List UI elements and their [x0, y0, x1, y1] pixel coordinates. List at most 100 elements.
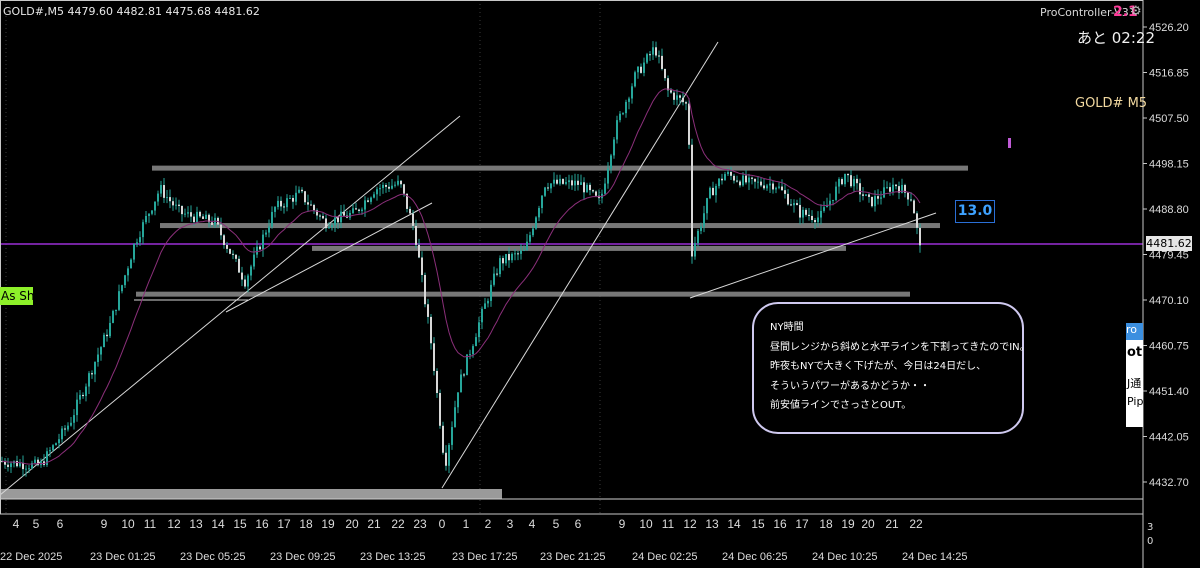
candle-body — [781, 186, 783, 191]
trendline — [0, 115, 461, 496]
candle-body — [241, 272, 243, 280]
candle-body — [835, 186, 837, 200]
hour-label: 17 — [277, 517, 291, 531]
candle-body — [103, 334, 105, 348]
hour-label: 19 — [841, 517, 855, 531]
candle-body — [856, 178, 858, 184]
candle-body — [508, 253, 510, 261]
candle-body — [907, 192, 909, 200]
candle-body — [97, 354, 99, 363]
left-label: As Sh — [0, 287, 35, 305]
candle-body — [643, 62, 645, 73]
candle-body — [733, 175, 735, 181]
candle-body — [607, 168, 609, 184]
candle-body — [247, 275, 249, 287]
hour-label: 12 — [167, 517, 181, 531]
candle-body — [547, 187, 549, 189]
side-panel-item: ro — [1126, 323, 1143, 340]
y-tick-label: 4451.40 — [1149, 386, 1189, 398]
candle-body — [472, 346, 474, 355]
candle-body — [196, 211, 198, 223]
candle-body — [679, 95, 681, 98]
candle-body — [817, 217, 819, 223]
candle-body — [814, 220, 816, 223]
side-panel-item: ot — [1127, 345, 1143, 360]
date-label: 24 Dec 06:25 — [722, 551, 787, 563]
hour-label: 16 — [773, 517, 787, 531]
candle-body — [505, 253, 507, 264]
candle-body — [322, 215, 324, 219]
candle-body — [466, 354, 468, 376]
candle-body — [649, 54, 651, 56]
side-panel[interactable]: ro ot J通 Pip — [1126, 323, 1143, 427]
candle-body — [718, 178, 720, 186]
candle-body — [61, 428, 63, 440]
y-tick-label: 4488.80 — [1149, 204, 1189, 216]
hour-label: 13 — [705, 517, 719, 531]
candle-body — [772, 183, 774, 190]
candle-body — [64, 428, 66, 430]
candle-body — [289, 197, 291, 199]
candle-body — [415, 225, 417, 245]
level-label[interactable]: 13.0 — [955, 200, 995, 223]
hour-label: 22 — [391, 517, 405, 531]
candle-body — [202, 216, 204, 219]
candle-body — [448, 444, 450, 466]
price-zone — [312, 245, 846, 251]
candle-body — [295, 192, 297, 202]
candle-body — [676, 95, 678, 100]
candle-body — [427, 304, 429, 317]
hour-label: 4 — [13, 517, 20, 531]
date-label: 22 Dec 2025 — [0, 551, 62, 563]
candle-body — [388, 186, 390, 189]
candle-body — [25, 468, 27, 470]
candle-body — [493, 273, 495, 285]
candle-body — [172, 201, 174, 206]
candle-body — [712, 187, 714, 196]
candle-body — [307, 202, 309, 205]
candle-body — [664, 68, 666, 79]
gear-icon[interactable]: ⚙ — [1130, 4, 1142, 19]
date-label: 23 Dec 09:25 — [270, 551, 335, 563]
candle-body — [259, 246, 261, 250]
candle-body — [271, 211, 273, 227]
candle-body — [142, 222, 144, 238]
candle-body — [454, 407, 456, 428]
price-chart[interactable]: 4526.204516.854507.504498.154488.804479.… — [0, 0, 1200, 568]
candle-body — [175, 204, 177, 206]
candle-timer: あと 02:22 — [1077, 29, 1155, 47]
candle-body — [223, 235, 225, 245]
candle-body — [169, 197, 171, 202]
candle-body — [754, 178, 756, 182]
hour-label: 1 — [463, 517, 470, 531]
candle-body — [418, 244, 420, 258]
note-callout[interactable]: NY時間 昼間レンジから斜めと水平ラインを下割ってきたのでIN。 昨夜もNYで大… — [752, 302, 1030, 434]
candle-body — [757, 181, 759, 183]
candle-body — [319, 215, 321, 217]
candle-body — [313, 204, 315, 211]
candle-body — [160, 185, 162, 194]
sub-axis-label: 0 — [1147, 536, 1153, 547]
candle-body — [328, 227, 330, 229]
candle-body — [640, 66, 642, 73]
candle-body — [703, 213, 705, 227]
candle-body — [280, 200, 282, 207]
candle-body — [187, 212, 189, 214]
candle-body — [910, 199, 912, 201]
hour-label: 15 — [751, 517, 765, 531]
note-line: NY時間 — [770, 322, 804, 333]
candle-body — [487, 300, 489, 304]
hour-label: 20 — [861, 517, 875, 531]
candle-body — [517, 253, 519, 255]
price-zone — [152, 165, 968, 171]
candle-body — [748, 177, 750, 183]
candle-body — [235, 254, 237, 259]
candle-body — [580, 182, 582, 185]
candle-body — [568, 180, 570, 183]
candle-body — [520, 250, 522, 254]
candle-body — [628, 98, 630, 102]
candle-body — [277, 200, 279, 208]
candle-body — [82, 394, 84, 397]
candle-body — [331, 225, 333, 228]
candle-body — [868, 194, 870, 197]
